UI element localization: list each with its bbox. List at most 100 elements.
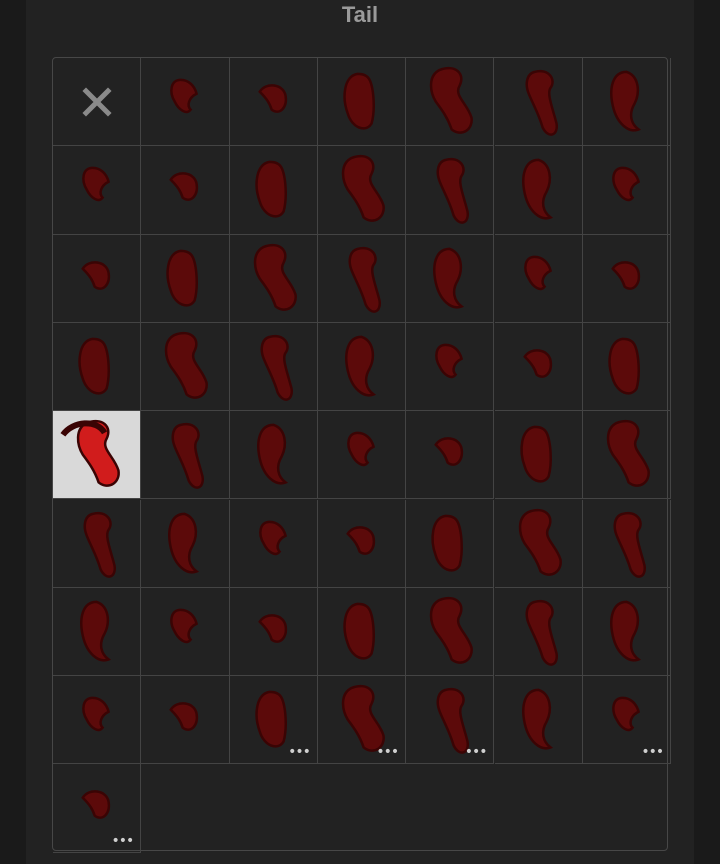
tail-sprite-icon (260, 334, 293, 401)
tail-option[interactable] (317, 499, 407, 588)
tail-option[interactable]: ••• (317, 676, 407, 765)
tail-option[interactable] (494, 322, 583, 412)
more-options-icon[interactable]: ••• (641, 745, 664, 759)
tail-option-none[interactable] (53, 58, 142, 147)
tail-sprite-icon (431, 514, 464, 572)
tail-sprite-icon (82, 166, 110, 202)
tail-option[interactable] (494, 411, 583, 500)
tail-sprite-icon (525, 69, 558, 136)
tail-sprite-icon (81, 260, 111, 290)
tail-option[interactable] (53, 411, 142, 500)
tail-sprite-icon (347, 431, 375, 467)
tail-option[interactable] (582, 58, 672, 147)
tail-option[interactable] (406, 234, 495, 323)
tail-option[interactable] (582, 587, 672, 677)
tail-sprite-icon (522, 349, 552, 378)
tail-sprite-icon (169, 702, 199, 731)
tail-sprite-icon (610, 260, 640, 290)
tail-option[interactable] (582, 411, 672, 500)
tail-option[interactable] (406, 587, 495, 677)
tail-option[interactable] (406, 58, 495, 147)
tail-option[interactable] (317, 146, 407, 235)
tail-option[interactable]: ••• (406, 676, 495, 765)
tail-option[interactable] (406, 146, 495, 235)
tail-option[interactable] (406, 499, 495, 588)
tail-option[interactable] (141, 587, 230, 677)
tail-sprite-icon (436, 158, 470, 225)
tail-sprite-icon (433, 247, 465, 309)
tail-sprite-icon (435, 343, 464, 379)
close-icon (53, 58, 140, 145)
tail-option[interactable] (53, 322, 142, 412)
tail-sprite-icon (168, 512, 200, 574)
more-options-icon[interactable]: ••• (288, 745, 311, 759)
tail-option[interactable] (494, 234, 583, 323)
tail-option[interactable] (317, 411, 407, 500)
tail-option[interactable] (141, 234, 230, 323)
tail-option[interactable] (229, 499, 318, 588)
tail-option[interactable] (53, 676, 142, 765)
tail-option[interactable] (53, 146, 142, 235)
tail-option[interactable] (141, 146, 230, 235)
tail-option[interactable] (229, 146, 318, 235)
tail-option[interactable] (494, 676, 583, 765)
tail-sprite-icon (82, 696, 110, 732)
tail-sprite-icon (611, 166, 640, 202)
tail-sprite-icon (258, 520, 287, 555)
tail-sprite-icon (523, 255, 552, 290)
tail-option[interactable] (406, 322, 495, 412)
tail-option-grid: ••• ••• ••• ••• ••• (52, 57, 672, 853)
tail-option[interactable] (582, 322, 672, 412)
tail-sprite-icon (429, 66, 474, 134)
tail-option[interactable] (141, 676, 230, 765)
tail-option[interactable] (229, 322, 318, 412)
more-options-icon[interactable]: ••• (465, 745, 488, 759)
tail-sprite-icon (613, 511, 646, 578)
tail-option[interactable] (406, 411, 495, 500)
tail-sprite-icon (521, 158, 553, 220)
tail-sprite-icon (525, 599, 558, 666)
tail-option[interactable]: ••• (53, 764, 142, 853)
tail-sprite-icon (341, 155, 385, 223)
tail-option[interactable]: ••• (582, 676, 672, 765)
tail-option[interactable] (141, 322, 230, 412)
tail-sprite-icon (434, 437, 464, 467)
tail-option[interactable] (494, 146, 583, 235)
tail-sprite-icon (166, 249, 199, 307)
tail-sprite-icon (78, 337, 110, 395)
tail-sprite-icon (609, 70, 641, 132)
tail-sprite-icon (171, 423, 205, 489)
tail-panel: Tail ••• ••• ••• ••• ••• (26, 0, 694, 864)
tail-option[interactable] (494, 499, 583, 588)
tail-option[interactable] (582, 499, 672, 588)
tail-sprite-icon (80, 600, 112, 662)
tail-sprite-icon (253, 243, 297, 311)
tail-option[interactable] (141, 499, 230, 588)
tail-option[interactable] (229, 411, 318, 500)
tail-option[interactable] (317, 322, 407, 412)
tail-option[interactable] (141, 411, 230, 500)
more-options-icon[interactable]: ••• (112, 834, 135, 848)
tail-option[interactable] (582, 146, 672, 235)
tail-option[interactable] (229, 234, 318, 323)
tail-sprite-icon (348, 246, 381, 313)
tail-option[interactable] (317, 58, 407, 147)
tail-option[interactable] (229, 58, 318, 147)
tail-option[interactable]: ••• (229, 676, 318, 765)
tail-option[interactable] (53, 587, 142, 677)
tail-option[interactable] (53, 234, 142, 323)
more-options-icon[interactable]: ••• (376, 745, 399, 759)
tail-option[interactable] (53, 499, 142, 588)
panel-title: Tail (341, 2, 379, 27)
tail-sprite-icon (429, 596, 474, 664)
tail-option[interactable] (141, 58, 230, 147)
tail-sprite-icon (60, 420, 120, 488)
tail-option[interactable] (494, 587, 583, 677)
tail-option[interactable] (582, 234, 672, 323)
tail-sprite-icon (257, 614, 287, 643)
tail-option[interactable] (317, 234, 407, 323)
tail-sprite-icon (343, 72, 375, 130)
tail-option[interactable] (229, 587, 318, 677)
tail-option[interactable] (494, 58, 583, 147)
tail-option[interactable] (317, 587, 407, 677)
